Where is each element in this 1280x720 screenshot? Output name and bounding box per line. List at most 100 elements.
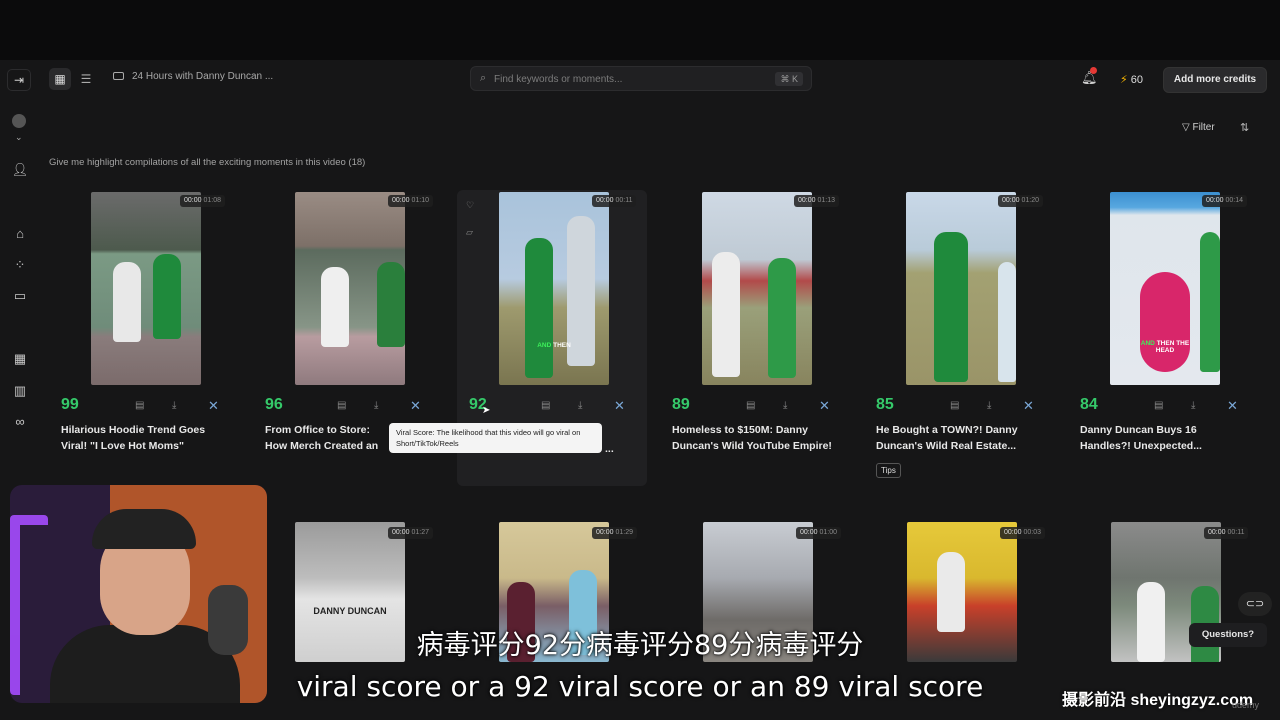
- video-icon: [113, 72, 124, 80]
- clip-duration: 00:00 01:08: [180, 195, 226, 207]
- schedule-icon[interactable]: ▤: [135, 400, 144, 411]
- clip-caption: AND THEN: [537, 342, 571, 349]
- notification-bell-icon[interactable]: 🔔︎: [1081, 67, 1098, 86]
- watermark: 摄影前沿 sheyingzyz.com: [1062, 692, 1254, 709]
- video-letterbox-top: [0, 0, 1280, 60]
- download-icon[interactable]: ⤓: [987, 400, 991, 411]
- link-icon[interactable]: ∞: [11, 413, 29, 431]
- clip-duration: 00:00 01:13: [794, 195, 840, 207]
- apps-icon[interactable]: ⁘: [11, 256, 29, 274]
- clip-duration: 00:00 00:11: [1204, 527, 1249, 539]
- clip-duration: 00:00 01:27: [388, 527, 434, 539]
- chevron-down-icon: ⌄: [15, 132, 23, 142]
- viral-score[interactable]: 89: [672, 396, 690, 414]
- viral-score[interactable]: 84: [1080, 396, 1098, 414]
- search-icon: ⌕: [480, 72, 487, 84]
- subtitle-chinese: 病毒评分92分病毒评分89分病毒评分: [416, 630, 864, 661]
- analytics-icon[interactable]: ▥: [11, 382, 29, 400]
- close-icon[interactable]: ✕: [614, 398, 625, 414]
- clip-title[interactable]: ...: [605, 441, 645, 457]
- mouse-cursor-icon: ➤: [482, 405, 491, 416]
- top-bar: ⇥ ▦ ☰ 24 Hours with Danny Duncan ... ⌕ ⌘…: [0, 60, 1280, 98]
- clip-duration: 00:00 00:14: [1202, 195, 1248, 207]
- clip-duration: 00:00 01:29: [592, 527, 638, 539]
- clip-title[interactable]: From Office to Store: How Merch Created …: [265, 422, 391, 454]
- clip-thumbnail[interactable]: AND THEN THE HEAD: [1110, 192, 1220, 385]
- clip-sign: DANNY DUNCAN: [313, 606, 387, 616]
- close-icon[interactable]: ✕: [410, 398, 421, 414]
- bolt-icon: ⚡︎: [1120, 74, 1128, 86]
- clip-thumbnail[interactable]: [91, 192, 201, 385]
- viral-score-tooltip: Viral Score: The likelihood that this vi…: [389, 423, 602, 453]
- filter-button[interactable]: ▽ Filter: [1182, 122, 1215, 133]
- hover-actions: ♡ ▱: [466, 200, 474, 254]
- prompt-text: Give me highlight compilations of all th…: [49, 157, 366, 168]
- clip-duration: 00:00 01:20: [998, 195, 1044, 207]
- clip-duration: 00:00 00:11: [592, 195, 637, 207]
- schedule-icon[interactable]: ▤: [1154, 400, 1163, 411]
- close-icon[interactable]: ✕: [819, 398, 830, 414]
- clip-actions: ▤ ⤓ ✕: [1154, 398, 1244, 414]
- view-toggle: ▦ ☰: [49, 68, 99, 90]
- clip-card[interactable]: 00:00 01:20 85 ▤ ⤓ ✕ He Bought a TOWN?! …: [870, 190, 1060, 486]
- download-icon[interactable]: ⤓: [374, 400, 378, 411]
- schedule-icon[interactable]: ▤: [950, 400, 959, 411]
- neon-light: [10, 515, 48, 695]
- notification-badge: [1090, 67, 1097, 74]
- folder-icon[interactable]: ▭: [11, 287, 29, 305]
- presenter-cap: [92, 509, 196, 549]
- search-bar[interactable]: ⌕ ⌘ K: [470, 66, 812, 91]
- clip-actions: ▤ ⤓ ✕: [541, 398, 631, 414]
- clip-duration: 00:00 00:03: [1000, 527, 1046, 539]
- clip-duration: 00:00 01:10: [388, 195, 434, 207]
- tips-badge[interactable]: Tips: [876, 463, 901, 478]
- viral-score[interactable]: 96: [265, 396, 283, 414]
- clip-actions: ▤ ⤓ ✕: [746, 398, 836, 414]
- schedule-icon[interactable]: ▤: [746, 400, 755, 411]
- clip-thumbnail[interactable]: [295, 192, 405, 385]
- viral-score[interactable]: 85: [876, 396, 894, 414]
- clip-thumbnail[interactable]: AND THEN: [499, 192, 609, 385]
- add-credits-button[interactable]: Add more credits: [1163, 67, 1267, 93]
- clip-actions: ▤ ⤓ ✕: [337, 398, 427, 414]
- close-icon[interactable]: ✕: [1023, 398, 1034, 414]
- download-icon[interactable]: ⤓: [1191, 400, 1195, 411]
- add-user-icon[interactable]: 👤︎: [11, 161, 29, 179]
- schedule-icon[interactable]: ▤: [541, 400, 550, 411]
- clip-caption: AND THEN THE HEAD: [1140, 340, 1190, 354]
- workspace-switcher[interactable]: ⌄: [6, 110, 32, 150]
- sort-icon[interactable]: ⇅: [1240, 121, 1249, 134]
- credits-counter: ⚡︎ 60: [1120, 74, 1143, 86]
- schedule-icon[interactable]: ▤: [337, 400, 346, 411]
- clip-actions: ▤ ⤓ ✕: [135, 398, 225, 414]
- clip-card[interactable]: AND THEN THE HEAD 00:00 00:14 84 ▤ ⤓ ✕ Da…: [1074, 190, 1264, 486]
- clip-title[interactable]: Homeless to $150M: Danny Duncan's Wild Y…: [672, 422, 842, 454]
- clip-title[interactable]: Danny Duncan Buys 16 Handles?! Unexpecte…: [1080, 422, 1210, 454]
- clip-title[interactable]: He Bought a TOWN?! Danny Duncan's Wild R…: [876, 422, 1046, 454]
- search-input[interactable]: [494, 71, 744, 87]
- home-icon[interactable]: ⌂: [11, 225, 29, 243]
- clip-thumbnail[interactable]: [906, 192, 1016, 385]
- clip-card[interactable]: 00:00 01:08 99 ▤ ⤓ ✕ Hilarious Hoodie Tr…: [55, 190, 245, 486]
- video-title[interactable]: 24 Hours with Danny Duncan ...: [113, 71, 273, 82]
- comment-icon[interactable]: ▱: [466, 227, 474, 238]
- sidebar-collapse-icon[interactable]: ⇥: [7, 69, 31, 91]
- close-icon[interactable]: ✕: [208, 398, 219, 414]
- download-icon[interactable]: ⤓: [783, 400, 787, 411]
- viral-score[interactable]: 99: [61, 396, 79, 414]
- udemy-watermark: udemy: [1232, 700, 1260, 710]
- close-icon[interactable]: ✕: [1227, 398, 1238, 414]
- download-icon[interactable]: ⤓: [172, 400, 176, 411]
- clip-duration: 00:00 01:00: [796, 527, 842, 539]
- clip-card[interactable]: 00:00 01:13 89 ▤ ⤓ ✕ Homeless to $150M: …: [666, 190, 856, 486]
- heart-icon[interactable]: ♡: [466, 200, 474, 211]
- download-icon[interactable]: ⤓: [578, 400, 582, 411]
- list-view-icon[interactable]: ☰: [75, 68, 97, 90]
- chat-icon[interactable]: ⊂⊃: [1238, 592, 1272, 616]
- clip-title[interactable]: Hilarious Hoodie Trend Goes Viral! "I Lo…: [61, 422, 231, 454]
- search-shortcut: ⌘ K: [775, 72, 803, 86]
- grid-view-icon[interactable]: ▦: [49, 68, 71, 90]
- calendar-icon[interactable]: ▦: [11, 350, 29, 368]
- clip-thumbnail[interactable]: [702, 192, 812, 385]
- clip-actions: ▤ ⤓ ✕: [950, 398, 1040, 414]
